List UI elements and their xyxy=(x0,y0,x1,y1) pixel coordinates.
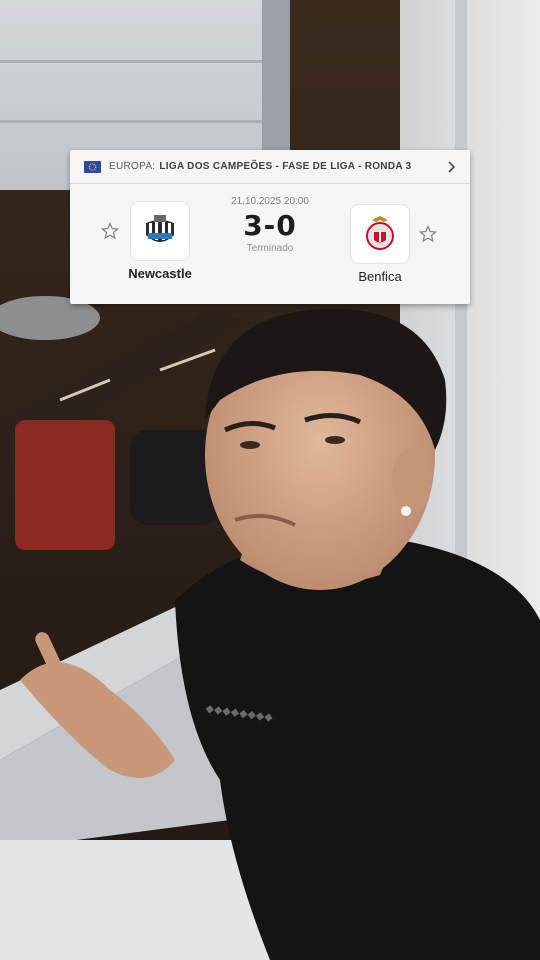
flag-icon xyxy=(84,160,101,173)
background-photo: ◆◆◆◆◆◆◆◆ xyxy=(0,0,540,960)
away-team[interactable]: Benfica xyxy=(330,205,430,284)
match-datetime: 21.10.2025 20:00 xyxy=(231,196,309,207)
benfica-crest-icon xyxy=(351,205,409,263)
competition-region: EUROPA: xyxy=(109,161,156,172)
competition-name: LIGA DOS CAMPEÕES - FASE DE LIGA - RONDA… xyxy=(159,161,412,172)
newcastle-crest-icon xyxy=(131,202,189,260)
match-score: 3-0 xyxy=(243,209,297,242)
competition-header[interactable]: EUROPA: LIGA DOS CAMPEÕES - FASE DE LIGA… xyxy=(70,150,470,184)
score-block: 21.10.2025 20:00 3-0 Terminado xyxy=(220,196,320,254)
match-result-card[interactable]: EUROPA: LIGA DOS CAMPEÕES - FASE DE LIGA… xyxy=(70,150,470,304)
away-team-name: Benfica xyxy=(358,269,402,284)
home-team[interactable]: Newcastle xyxy=(110,202,210,281)
chevron-right-icon[interactable] xyxy=(444,160,458,174)
match-status: Terminado xyxy=(246,243,294,254)
home-team-name: Newcastle xyxy=(128,266,192,281)
